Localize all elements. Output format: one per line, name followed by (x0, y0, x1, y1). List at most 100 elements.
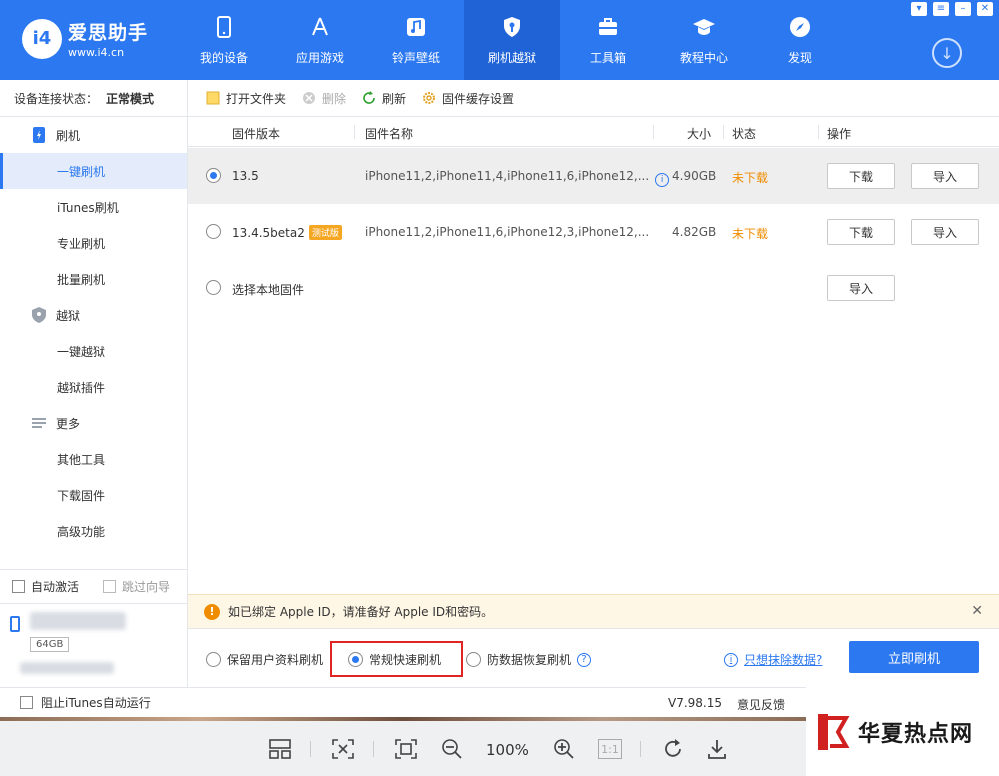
sidebar-item-advanced[interactable]: 高级功能 (0, 513, 187, 549)
download-button[interactable]: 下载 (827, 219, 895, 245)
mode-keep-data-label: 保留用户资料刷机 (227, 653, 324, 667)
flash-phone-icon (33, 127, 45, 143)
firmware-radio-selected[interactable] (206, 168, 221, 183)
thumbnails-icon[interactable] (268, 737, 292, 761)
menu-icon[interactable]: ≡ (933, 2, 949, 16)
zoom-in-icon[interactable] (552, 737, 576, 761)
toolbox-icon (599, 17, 617, 35)
actual-size-icon[interactable]: 1:1 (598, 739, 622, 759)
nav-label: 我的设备 (199, 50, 248, 65)
sidebar-item-batch-flash[interactable]: 批量刷机 (0, 261, 187, 297)
top-header: i4 爱思助手 www.i4.cn 我的设备 应用游戏 铃声壁纸 刷机越狱 工具… (0, 0, 999, 80)
sidebar-item-download-firmware[interactable]: 下载固件 (0, 477, 187, 513)
nav-label: 发现 (787, 50, 812, 65)
mode-anti-recovery-radio[interactable] (466, 652, 481, 667)
more-list-icon (32, 418, 46, 428)
block-itunes-checkbox[interactable] (20, 696, 33, 709)
music-icon (407, 17, 425, 36)
local-import-button[interactable]: 导入 (827, 275, 895, 301)
sidebar-item-other-tools[interactable]: 其他工具 (0, 441, 187, 477)
firmware-version: 13.5 (232, 169, 259, 183)
download-icon[interactable] (705, 737, 729, 761)
close-icon[interactable]: ✕ (977, 2, 993, 16)
info-icon[interactable]: i (655, 173, 670, 187)
delete-button[interactable]: 删除 (302, 90, 346, 107)
open-folder-button[interactable]: 打开文件夹 (206, 90, 286, 107)
cache-settings-button[interactable]: 固件缓存设置 (422, 90, 514, 107)
header-version: 固件版本 (232, 127, 281, 141)
erase-data-link[interactable]: i 只想抹除数据? (724, 651, 822, 668)
local-firmware-radio[interactable] (206, 280, 221, 295)
main-panel: 打开文件夹 删除 刷新 固件缓存设置 固件版本 固件名称 大小 状态 操作 13… (188, 80, 999, 687)
firmware-size: 4.82GB (672, 225, 717, 239)
device-capacity-badge: 64GB (30, 637, 70, 652)
sidebar-group-label: 更多 (56, 416, 81, 431)
firmware-status: 未下载 (732, 171, 769, 185)
empty-row (188, 540, 999, 594)
firmware-name-text: iPhone11,2,iPhone11,4,iPhone11,6,iPhone1… (365, 169, 650, 183)
firmware-size: 4.90GB (672, 169, 717, 183)
compass-icon (790, 16, 810, 37)
nav-my-device[interactable]: 我的设备 (176, 0, 272, 80)
device-info[interactable]: 64GB (0, 603, 187, 687)
fit-screen-icon[interactable] (331, 737, 355, 761)
apple-id-notice: ! 如已绑定 Apple ID，请准备好 Apple ID和密码。 ✕ (188, 594, 999, 628)
table-row[interactable]: 13.5 iPhone11,2,iPhone11,4,iPhone11,6,iP… (188, 148, 999, 204)
sidebar-item-one-click-flash[interactable]: 一键刷机 (0, 153, 187, 189)
empty-row (188, 372, 999, 428)
import-button[interactable]: 导入 (911, 163, 979, 189)
table-row[interactable]: 13.4.5beta2 测试版 iPhone11,2,iPhone11,6,iPh… (188, 204, 999, 260)
feedback-link[interactable]: 意见反馈 (737, 696, 785, 713)
folder-icon (206, 91, 220, 105)
skip-guide-checkbox[interactable] (103, 580, 117, 593)
refresh-icon (363, 91, 375, 104)
nav-discover[interactable]: 发现 (752, 0, 848, 80)
flash-now-button[interactable]: 立即刷机 (849, 641, 979, 673)
block-itunes-label: 阻止iTunes自动运行 (41, 696, 151, 710)
mode-quick-flash-radio[interactable] (348, 652, 363, 667)
nav-label: 刷机越狱 (487, 50, 536, 65)
help-icon[interactable]: ? (577, 652, 592, 667)
nav-toolbox[interactable]: 工具箱 (560, 0, 656, 80)
graduation-cap-icon (693, 18, 715, 35)
sidebar-item-pro-flash[interactable]: 专业刷机 (0, 225, 187, 261)
firmware-radio[interactable] (206, 224, 221, 239)
sidebar-item-one-click-jailbreak[interactable]: 一键越狱 (0, 333, 187, 369)
auto-activate-checkbox[interactable] (12, 580, 25, 593)
nav-flash-jailbreak[interactable]: 刷机越狱 (464, 0, 560, 80)
mode-quick-flash[interactable]: 常规快速刷机 (348, 651, 441, 668)
zoom-out-icon[interactable] (440, 737, 464, 761)
fullscreen-icon[interactable] (394, 737, 418, 761)
download-manager-icon[interactable]: ↓ (932, 38, 962, 68)
mode-keep-data-radio[interactable] (206, 652, 221, 667)
import-button[interactable]: 导入 (911, 219, 979, 245)
rotate-icon[interactable] (661, 737, 685, 761)
table-row-local[interactable]: 选择本地固件 导入 (188, 260, 999, 316)
sidebar-group-flash[interactable]: 刷机 (0, 117, 187, 153)
sidebar-group-jailbreak[interactable]: 越狱 (0, 297, 187, 333)
skin-icon[interactable]: ▾ (911, 2, 927, 16)
nav-apps-games[interactable]: 应用游戏 (272, 0, 368, 80)
header-name: 固件名称 (365, 127, 414, 141)
device-phone-icon (10, 616, 20, 632)
mode-keep-data[interactable]: 保留用户资料刷机 (206, 651, 323, 668)
empty-row (188, 484, 999, 540)
mode-anti-recovery[interactable]: 防数据恢复刷机 ? (466, 651, 592, 668)
firmware-toolbar: 打开文件夹 删除 刷新 固件缓存设置 (188, 80, 999, 117)
header-status: 状态 (732, 127, 757, 141)
download-button[interactable]: 下载 (827, 163, 895, 189)
sidebar-item-jailbreak-plugins[interactable]: 越狱插件 (0, 369, 187, 405)
close-notice-icon[interactable]: ✕ (971, 603, 983, 619)
cache-settings-label: 固件缓存设置 (442, 91, 515, 106)
mode-quick-flash-label: 常规快速刷机 (369, 653, 442, 667)
nav-tutorials[interactable]: 教程中心 (656, 0, 752, 80)
watermark: 华夏热点网 (806, 687, 999, 776)
refresh-button[interactable]: 刷新 (362, 90, 406, 107)
sidebar-item-itunes-flash[interactable]: iTunes刷机 (0, 189, 187, 225)
nav-ringtones[interactable]: 铃声壁纸 (368, 0, 464, 80)
logo-badge: i4 (22, 18, 62, 59)
minimize-icon[interactable]: – (955, 2, 971, 16)
logo-name: 爱思助手 (68, 22, 149, 44)
jailbreak-shield-icon (32, 307, 46, 323)
sidebar-group-more[interactable]: 更多 (0, 405, 187, 441)
